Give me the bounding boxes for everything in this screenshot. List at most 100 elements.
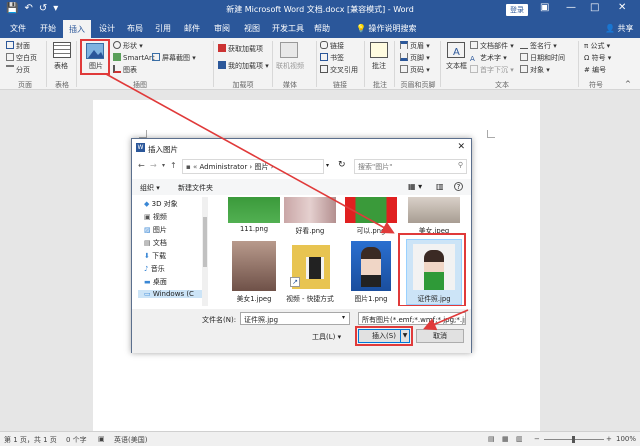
comment-label[interactable]: 批注 xyxy=(372,61,386,71)
path-segment[interactable]: 图片 xyxy=(254,163,268,171)
bookmark-button[interactable]: 书签 xyxy=(320,53,344,63)
redo-icon[interactable]: ↺ xyxy=(39,3,47,14)
view-options-icon[interactable]: ▦ ▾ xyxy=(408,182,422,191)
collapse-ribbon-icon[interactable]: ^ xyxy=(625,80,631,88)
symbol-button[interactable]: Ω 符号 ▾ xyxy=(584,53,611,63)
picture-label[interactable]: 图片 xyxy=(89,61,103,71)
refresh-icon[interactable]: ↻ xyxy=(338,160,346,170)
filename-dropdown-icon[interactable]: ▾ xyxy=(342,314,345,321)
picture-icon[interactable] xyxy=(86,43,104,59)
nav-item-documents[interactable]: ▤ 文档 xyxy=(144,238,167,248)
equation-button[interactable]: π 公式 ▾ xyxy=(584,41,610,51)
search-input[interactable]: 搜索"图片" ⚲ xyxy=(354,159,467,174)
online-video-label[interactable]: 联机视频 xyxy=(276,61,304,71)
chart-button[interactable]: 图表 xyxy=(113,65,137,75)
dialog-close-icon[interactable]: ✕ xyxy=(457,142,465,152)
nav-item-downloads[interactable]: ⬇ 下载 xyxy=(144,251,166,261)
share-button[interactable]: 👤 共享 xyxy=(605,23,634,34)
preview-pane-icon[interactable]: ▥ xyxy=(436,182,444,191)
share-label: 共享 xyxy=(617,24,634,33)
print-layout-icon[interactable]: ▦ xyxy=(502,435,509,443)
table-icon[interactable] xyxy=(53,42,71,58)
nav-scrollbar-thumb[interactable] xyxy=(203,217,207,267)
tab-design[interactable]: 设计 xyxy=(99,23,115,34)
tab-file[interactable]: 文件 xyxy=(10,23,26,34)
zoom-slider-thumb[interactable] xyxy=(572,436,575,443)
close-icon[interactable]: ✕ xyxy=(618,2,626,13)
datetime-button[interactable]: 日期和时间 xyxy=(520,53,565,63)
tab-help[interactable]: 帮助 xyxy=(314,23,330,34)
language-status[interactable]: 英语(美国) xyxy=(114,435,147,445)
dropcap-button[interactable]: 首字下沉 ▾ xyxy=(470,65,514,75)
tab-insert[interactable]: 插入 xyxy=(63,20,91,38)
path-segment[interactable]: Administrator xyxy=(199,163,247,171)
online-video-icon[interactable] xyxy=(280,42,298,58)
organize-button[interactable]: 组织 ▾ xyxy=(140,183,160,193)
address-dropdown-icon[interactable]: ▾ xyxy=(326,162,329,169)
nav-item-windows-c[interactable]: ▭ Windows (C xyxy=(138,290,206,298)
forward-icon[interactable]: → xyxy=(150,161,157,170)
textbox-icon[interactable]: A xyxy=(447,42,465,58)
tab-review[interactable]: 审阅 xyxy=(214,23,230,34)
nav-item-desktop[interactable]: ▬ 桌面 xyxy=(144,277,167,287)
tell-me-search[interactable]: 💡 操作说明搜索 xyxy=(356,23,417,34)
blank-page-button[interactable]: 空白页 xyxy=(6,53,37,63)
web-layout-icon[interactable]: ▥ xyxy=(516,435,523,443)
shapes-button[interactable]: 形状 ▾ xyxy=(113,41,143,51)
proofing-icon[interactable]: ▣ xyxy=(98,435,105,443)
nav-scrollbar[interactable] xyxy=(202,197,208,306)
cover-page-button[interactable]: 封面 xyxy=(6,41,30,51)
page-number-button[interactable]: 页码 ▾ xyxy=(400,65,430,75)
tab-references[interactable]: 引用 xyxy=(155,23,171,34)
zoom-out-icon[interactable]: − xyxy=(534,435,540,443)
word-count[interactable]: 0 个字 xyxy=(66,435,87,445)
help-icon[interactable]: ? xyxy=(454,182,463,191)
login-button[interactable]: 登录 xyxy=(506,4,528,16)
customize-icon[interactable]: ▾ xyxy=(53,3,58,14)
nav-item-pictures[interactable]: ▨ 图片 xyxy=(144,225,167,235)
signature-button[interactable]: 签名行 ▾ xyxy=(520,41,557,51)
quick-parts-button[interactable]: 文档部件 ▾ xyxy=(470,41,514,51)
new-folder-button[interactable]: 新建文件夹 xyxy=(178,183,213,193)
tab-home[interactable]: 开始 xyxy=(40,23,56,34)
minimize-icon[interactable]: — xyxy=(566,2,576,13)
recent-dropdown-icon[interactable]: ▾ xyxy=(162,162,165,169)
nav-item-3d-objects[interactable]: ◆ 3D 对象 xyxy=(144,199,178,209)
filetype-select[interactable]: 所有图片(*.emf;*.wmf;*.jpg;*.jp xyxy=(358,312,466,325)
screenshot-button[interactable]: 屏幕截图 ▾ xyxy=(152,53,196,63)
tab-view[interactable]: 视图 xyxy=(244,23,260,34)
filename-input[interactable]: 证件照.jpg xyxy=(240,312,350,325)
header-button[interactable]: 页眉 ▾ xyxy=(400,41,430,51)
get-addins-button[interactable]: 获取加载项 xyxy=(218,44,263,54)
smartart-button[interactable]: SmartArt xyxy=(113,53,155,62)
nav-item-music[interactable]: ♪ 音乐 xyxy=(144,264,165,274)
object-button[interactable]: 对象 ▾ xyxy=(520,65,550,75)
save-icon[interactable]: 💾 xyxy=(6,3,18,14)
maximize-icon[interactable]: □ xyxy=(590,2,599,13)
tab-developer[interactable]: 开发工具 xyxy=(272,23,304,34)
back-icon[interactable]: ← xyxy=(138,161,145,170)
nav-item-videos[interactable]: ▣ 视频 xyxy=(144,212,167,222)
page-break-button[interactable]: 分页 xyxy=(6,65,30,75)
page-count[interactable]: 第 1 页，共 1 页 xyxy=(4,435,57,445)
table-label[interactable]: 表格 xyxy=(54,61,68,71)
tab-mailings[interactable]: 邮件 xyxy=(184,23,200,34)
ribbon-options-icon[interactable]: ▣ xyxy=(540,2,549,13)
tab-layout[interactable]: 布局 xyxy=(127,23,143,34)
number-button[interactable]: # 编号 xyxy=(584,65,606,75)
tools-button[interactable]: 工具(L) ▾ xyxy=(312,332,341,342)
comment-icon[interactable] xyxy=(370,42,388,58)
cancel-button[interactable]: 取消 xyxy=(416,329,464,343)
wordart-button[interactable]: A 艺术字 ▾ xyxy=(470,53,507,63)
zoom-in-icon[interactable]: + xyxy=(606,435,612,443)
link-button[interactable]: 链接 xyxy=(320,41,344,51)
up-icon[interactable]: ↑ xyxy=(170,161,177,170)
crossref-button[interactable]: 交叉引用 xyxy=(320,65,358,75)
read-mode-icon[interactable]: ▤ xyxy=(488,435,495,443)
zoom-level[interactable]: 100% xyxy=(616,435,636,443)
address-bar[interactable]: ▪ « Administrator › 图片 › xyxy=(182,159,324,174)
textbox-label[interactable]: 文本框 xyxy=(446,61,467,71)
footer-button[interactable]: 页脚 ▾ xyxy=(400,53,430,63)
my-addins-button[interactable]: 我的加载项 ▾ xyxy=(218,61,269,71)
undo-icon[interactable]: ↶ xyxy=(24,3,32,14)
